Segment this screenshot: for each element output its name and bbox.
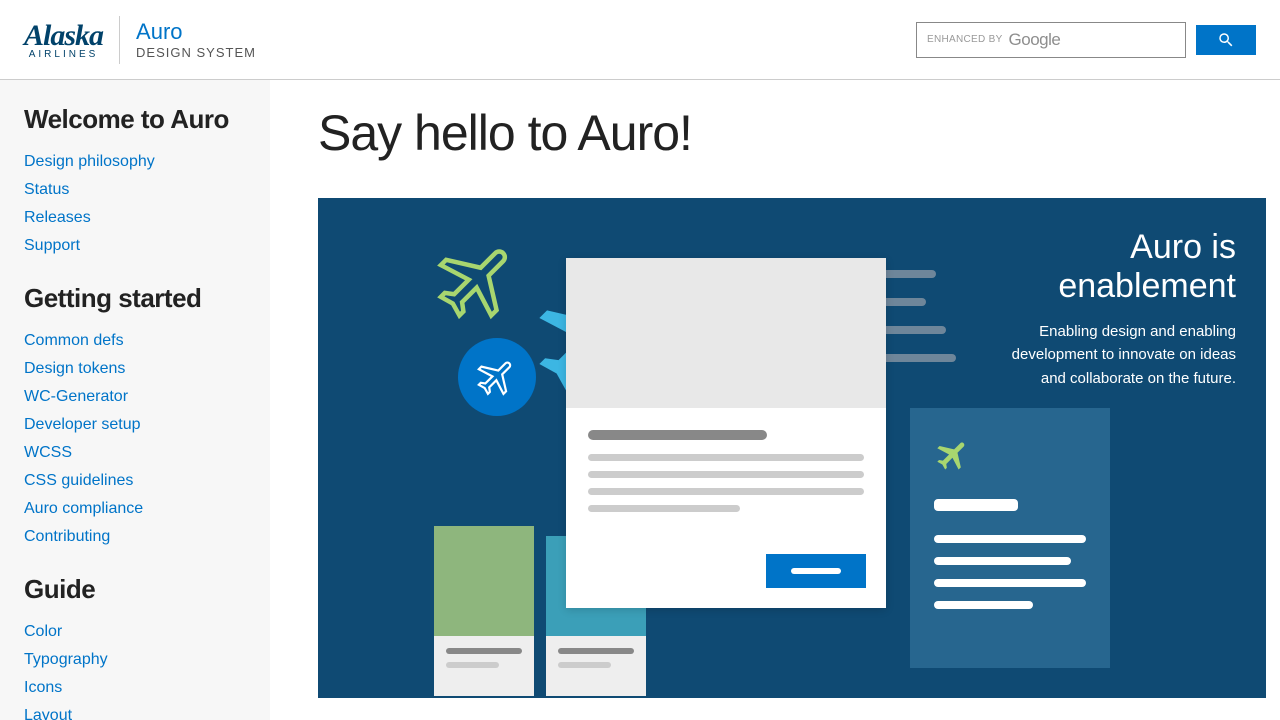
- alaska-logo-sub: AIRLINES: [29, 49, 99, 60]
- sidebar-link-design-tokens[interactable]: Design tokens: [24, 360, 246, 378]
- sidebar-link-auro-compliance[interactable]: Auro compliance: [24, 500, 246, 518]
- search-input[interactable]: ENHANCED BY Google: [916, 22, 1186, 58]
- sidebar-link-developer-setup[interactable]: Developer setup: [24, 416, 246, 434]
- sidebar-group: Welcome to Auro Design philosophy Status Re…: [24, 104, 246, 255]
- hero-title: Auro is enablement: [986, 228, 1236, 306]
- hero-card-main: [566, 258, 886, 608]
- hero-card-button: [766, 554, 866, 588]
- header-right: ENHANCED BY Google: [916, 22, 1256, 58]
- airplane-circle-icon: [458, 338, 536, 416]
- search-icon: [1217, 31, 1235, 49]
- search-enhanced-label: ENHANCED BY: [927, 34, 1003, 45]
- sidebar-link-icons[interactable]: Icons: [24, 679, 246, 697]
- hero-text: Auro is enablement Enabling design and e…: [986, 228, 1236, 390]
- sidebar-link-support[interactable]: Support: [24, 237, 246, 255]
- layout: Welcome to Auro Design philosophy Status Re…: [0, 80, 1280, 720]
- sidebar-link-contributing[interactable]: Contributing: [24, 528, 246, 546]
- page-title: Say hello to Auro!: [318, 104, 1280, 162]
- search-google-label: Google: [1009, 30, 1061, 50]
- hero-banner: Auro is enablement Enabling design and e…: [318, 198, 1266, 698]
- auro-logo[interactable]: Auro DESIGN SYSTEM: [136, 19, 256, 60]
- hero-body: Enabling design and enabling development…: [986, 320, 1236, 390]
- airplane-outline-icon: [433, 236, 523, 326]
- airplane-small-icon: [934, 436, 972, 474]
- sidebar-link-status[interactable]: Status: [24, 181, 246, 199]
- alaska-logo-text: Alaska: [24, 19, 103, 53]
- hero-card-teal-body: [546, 636, 646, 696]
- sidebar-link-color[interactable]: Color: [24, 623, 246, 641]
- sidebar-link-wc-generator[interactable]: WC-Generator: [24, 388, 246, 406]
- sidebar-link-common-defs[interactable]: Common defs: [24, 332, 246, 350]
- logo-divider: [119, 16, 120, 64]
- sidebar-link-typography[interactable]: Typography: [24, 651, 246, 669]
- sidebar-group: Getting started Common defs Design tokens W…: [24, 283, 246, 546]
- sidebar-heading: Getting started: [24, 283, 246, 314]
- header-left: Alaska AIRLINES Auro DESIGN SYSTEM: [24, 16, 256, 64]
- sidebar-heading: Guide: [24, 574, 246, 605]
- search-button[interactable]: [1196, 25, 1256, 55]
- auro-logo-title: Auro: [136, 19, 256, 45]
- hero-card-main-image: [566, 258, 886, 408]
- hero-card-main-body: [566, 408, 886, 536]
- sidebar-link-releases[interactable]: Releases: [24, 209, 246, 227]
- main: Say hello to Auro!: [270, 80, 1280, 720]
- hero-card-green-body: [434, 636, 534, 696]
- sidebar-link-design-philosophy[interactable]: Design philosophy: [24, 153, 246, 171]
- hero-card-dark: [910, 408, 1110, 668]
- sidebar: Welcome to Auro Design philosophy Status Re…: [0, 80, 270, 720]
- sidebar-link-css-guidelines[interactable]: CSS guidelines: [24, 472, 246, 490]
- hero-card-green: [434, 526, 534, 636]
- header: Alaska AIRLINES Auro DESIGN SYSTEM ENHAN…: [0, 0, 1280, 80]
- sidebar-link-layout[interactable]: Layout: [24, 707, 246, 720]
- sidebar-heading: Welcome to Auro: [24, 104, 246, 135]
- auro-logo-sub: DESIGN SYSTEM: [136, 45, 256, 60]
- sidebar-link-wcss[interactable]: WCSS: [24, 444, 246, 462]
- alaska-logo[interactable]: Alaska AIRLINES: [24, 19, 103, 60]
- sidebar-group: Guide Color Typography Icons Layout: [24, 574, 246, 720]
